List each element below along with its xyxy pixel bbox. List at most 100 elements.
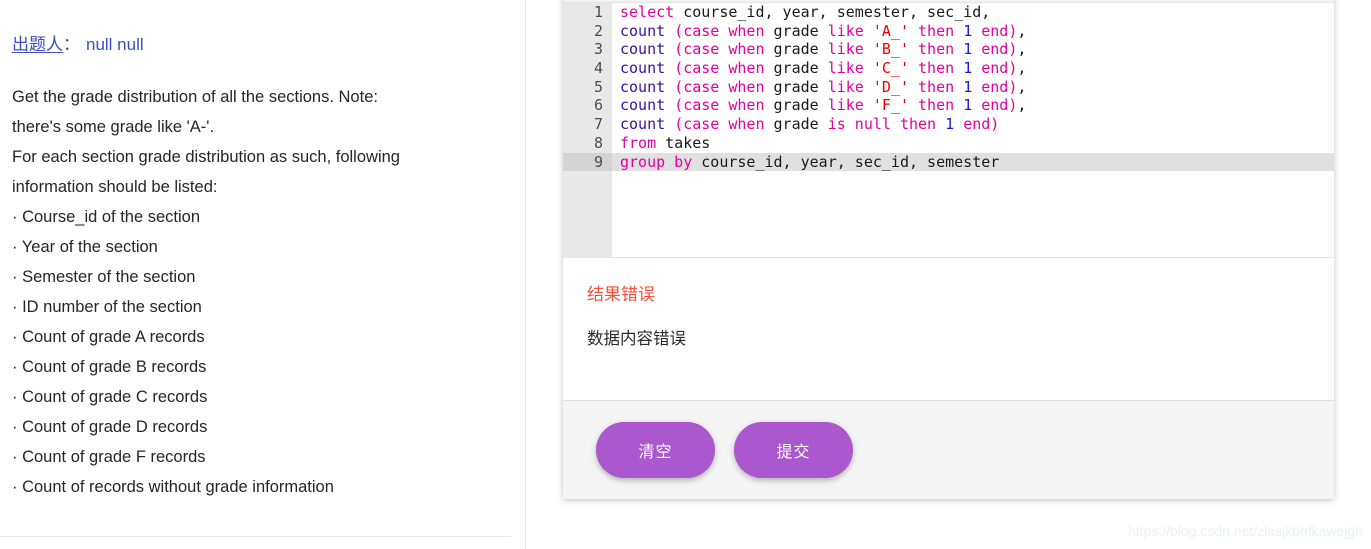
code-token: , xyxy=(1017,59,1027,78)
line-number: 9 xyxy=(563,152,612,172)
code-token: 1 xyxy=(963,59,973,78)
submit-button[interactable]: 提交 xyxy=(734,422,853,478)
line-number: 7 xyxy=(593,115,603,134)
code-text[interactable]: count (case when grade like 'F_' then 1 … xyxy=(612,96,1026,115)
sql-workspace-card: 1 select course_id, year, semester, sec_i… xyxy=(563,0,1334,499)
code-token: 1 xyxy=(963,21,973,40)
code-line[interactable]: 9 group by course_id, year, sec_id, semes… xyxy=(563,152,1334,172)
code-token: is null xyxy=(827,115,891,134)
code-line[interactable]: 7 count (case when grade is null then 1 e… xyxy=(563,115,1334,134)
code-text[interactable]: from takes xyxy=(612,134,710,153)
code-token: 'C_' xyxy=(872,59,909,78)
code-token: count xyxy=(620,59,675,78)
code-token: ( xyxy=(674,96,684,115)
code-token: end xyxy=(981,40,1009,59)
editor-code-area[interactable]: 1 select course_id, year, semester, sec_i… xyxy=(563,3,1334,257)
code-token: like xyxy=(827,59,864,78)
code-token: then xyxy=(918,77,955,96)
code-token: case when xyxy=(683,59,765,78)
code-token: 1 xyxy=(963,77,973,96)
problem-panel: 出题人： null null Get the grade distribution… xyxy=(0,0,526,549)
author-label: 出题人 xyxy=(12,35,63,54)
code-token: ( xyxy=(674,59,684,78)
clear-button[interactable]: 清空 xyxy=(596,422,715,478)
code-token: count xyxy=(620,77,675,96)
code-token: grade xyxy=(764,40,828,59)
code-token: grade xyxy=(764,96,828,115)
code-token: like xyxy=(827,77,864,96)
code-token: 'F_' xyxy=(872,96,909,115)
line-number: 4 xyxy=(593,59,603,78)
code-text[interactable]: group by course_id, year, sec_id, semest… xyxy=(612,153,999,172)
code-token: , xyxy=(1017,40,1027,59)
code-token: then xyxy=(918,21,955,40)
code-token: from xyxy=(620,133,657,152)
code-token: end xyxy=(981,21,1009,40)
code-text[interactable]: count (case when grade like 'D_' then 1 … xyxy=(612,78,1026,97)
code-token: end xyxy=(981,59,1009,78)
code-line[interactable]: 1 select course_id, year, semester, sec_i… xyxy=(563,3,1334,22)
code-text[interactable]: select course_id, year, semester, sec_id… xyxy=(612,3,990,22)
code-token: , xyxy=(1017,77,1027,96)
code-token: 'B_' xyxy=(872,40,909,59)
code-token: grade xyxy=(764,21,828,40)
line-number: 6 xyxy=(593,96,603,115)
code-token: grade xyxy=(764,115,828,134)
requirement-item: · Course_id of the section xyxy=(12,208,201,226)
description-line: information should be listed: xyxy=(12,178,218,196)
code-token: case when xyxy=(683,21,765,40)
author-line: 出题人： null null xyxy=(12,34,513,56)
code-token: ( xyxy=(674,115,684,134)
code-text[interactable]: count (case when grade is null then 1 en… xyxy=(612,115,999,134)
code-token: 'D_' xyxy=(872,77,909,96)
result-panel: 结果错误 数据内容错误 xyxy=(563,257,1334,400)
result-message: 数据内容错误 xyxy=(587,330,686,348)
requirement-item: · Count of grade B records xyxy=(12,358,207,376)
requirement-item: · Count of records without grade informa… xyxy=(12,478,334,496)
author-name: null null xyxy=(86,35,144,54)
code-line[interactable]: 2 count (case when grade like 'A_' then 1… xyxy=(563,22,1334,41)
requirement-item: · ID number of the section xyxy=(12,298,202,316)
code-text[interactable]: count (case when grade like 'B_' then 1 … xyxy=(612,40,1026,59)
code-line[interactable]: 3 count (case when grade like 'B_' then 1… xyxy=(563,40,1334,59)
code-line[interactable]: 8 from takes xyxy=(563,134,1334,153)
line-number: 2 xyxy=(593,21,603,40)
code-token: course_id, year, sec_id, semester xyxy=(692,152,1000,171)
code-token: select xyxy=(620,3,675,21)
line-number: 3 xyxy=(593,40,603,59)
code-token: case when xyxy=(683,77,765,96)
code-line[interactable]: 5 count (case when grade like 'D_' then 1… xyxy=(563,78,1334,97)
code-token: like xyxy=(827,96,864,115)
code-token: case when xyxy=(683,40,765,59)
code-line[interactable]: 4 count (case when grade like 'C_' then 1… xyxy=(563,59,1334,78)
code-token: 1 xyxy=(963,40,973,59)
code-token: case when xyxy=(683,115,765,134)
requirement-item: · Count of grade A records xyxy=(12,328,205,346)
code-token: ( xyxy=(674,21,684,40)
code-token: takes xyxy=(656,133,711,152)
code-token: ) xyxy=(990,115,1000,134)
description-line: Get the grade distribution of all the se… xyxy=(12,88,378,106)
sql-code-editor[interactable]: 1 select course_id, year, semester, sec_i… xyxy=(563,3,1334,257)
code-text[interactable]: count (case when grade like 'A_' then 1 … xyxy=(612,22,1026,41)
code-token: , xyxy=(1017,96,1027,115)
code-text[interactable]: count (case when grade like 'C_' then 1 … xyxy=(612,59,1026,78)
code-line[interactable]: 6 count (case when grade like 'F_' then 1… xyxy=(563,96,1334,115)
